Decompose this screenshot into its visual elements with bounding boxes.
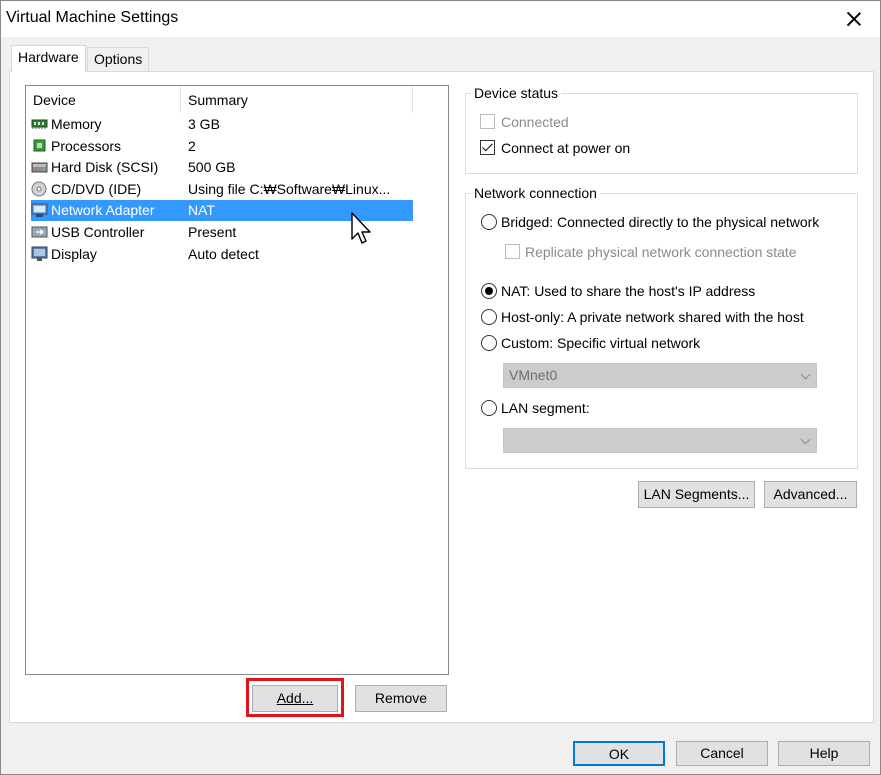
list-item-hard-disk[interactable]: Hard Disk (SCSI) 500 GB	[31, 157, 413, 178]
device-name: Hard Disk (SCSI)	[51, 159, 159, 175]
column-header-summary[interactable]: Summary	[181, 86, 413, 113]
chevron-down-icon	[800, 434, 811, 445]
remove-button-label: Remove	[374, 690, 428, 706]
title-bar: Virtual Machine Settings	[1, 1, 880, 37]
device-name: Memory	[51, 116, 102, 132]
list-item-memory[interactable]: Memory 3 GB	[31, 114, 413, 135]
advanced-button[interactable]: Advanced...	[764, 481, 857, 508]
nat-label: NAT: Used to share the host's IP address	[501, 283, 756, 299]
device-summary: 3 GB	[188, 116, 220, 132]
memory-icon	[31, 119, 48, 129]
lan-segment-label: LAN segment:	[501, 400, 590, 416]
custom-radio[interactable]	[481, 335, 497, 351]
tab-options[interactable]: Options	[87, 47, 150, 71]
device-name: Network Adapter	[51, 202, 155, 218]
chevron-down-icon	[800, 369, 811, 380]
host-only-radio[interactable]	[481, 309, 497, 325]
list-item-processors[interactable]: Processors 2	[31, 136, 413, 157]
device-list[interactable]: Device Summary Memory 3 GB Processors 2	[25, 85, 449, 675]
lan-segments-button[interactable]: LAN Segments...	[638, 481, 755, 508]
remove-button[interactable]: Remove	[355, 685, 447, 712]
display-icon	[31, 246, 48, 261]
custom-label: Custom: Specific virtual network	[501, 335, 701, 351]
column-header-device[interactable]: Device	[26, 86, 181, 113]
mouse-cursor-icon	[351, 212, 371, 244]
nat-radio[interactable]	[481, 283, 497, 299]
device-name: CD/DVD (IDE)	[51, 181, 142, 197]
connected-label: Connected	[501, 114, 569, 130]
usb-icon	[31, 226, 48, 238]
help-label: Help	[809, 745, 839, 761]
device-name: Processors	[51, 138, 122, 154]
window-title: Virtual Machine Settings	[6, 9, 179, 26]
add-button[interactable]: Add...	[252, 685, 338, 712]
advanced-label: Advanced...	[773, 486, 848, 502]
device-summary: 500 GB	[188, 159, 236, 175]
lan-segments-label: LAN Segments...	[643, 486, 750, 502]
custom-network-value: VMnet0	[509, 367, 558, 383]
device-name: Display	[51, 246, 97, 262]
connect-at-power-on-label: Connect at power on	[501, 140, 631, 156]
cd-dvd-icon	[31, 181, 47, 197]
replicate-checkbox[interactable]	[505, 244, 520, 259]
vm-settings-window: Virtual Machine Settings Hardware Option…	[0, 0, 881, 775]
network-adapter-icon	[31, 203, 48, 217]
device-summary: Auto detect	[188, 246, 259, 262]
device-summary: Using file C:₩Software₩Linux...	[188, 181, 391, 197]
help-button[interactable]: Help	[778, 741, 870, 766]
connected-checkbox[interactable]	[480, 114, 495, 129]
device-summary: Present	[188, 224, 237, 240]
lan-segment-radio[interactable]	[481, 400, 497, 416]
connect-at-power-on-checkbox[interactable]	[480, 140, 495, 155]
device-summary: 2	[188, 138, 196, 154]
list-item-cd-dvd[interactable]: CD/DVD (IDE) Using file C:₩Software₩Linu…	[31, 179, 413, 200]
processor-icon	[33, 139, 46, 152]
cancel-button[interactable]: Cancel	[676, 741, 768, 766]
close-icon[interactable]	[840, 5, 868, 33]
bridged-label: Bridged: Connected directly to the physi…	[501, 214, 820, 230]
ok-button[interactable]: OK	[573, 741, 665, 766]
hard-disk-icon	[31, 162, 48, 173]
ok-label: OK	[608, 746, 630, 762]
device-summary: NAT	[188, 202, 215, 218]
device-status-group	[465, 93, 858, 174]
cancel-label: Cancel	[700, 745, 744, 761]
custom-network-select[interactable]: VMnet0	[503, 363, 817, 388]
lan-segment-select[interactable]	[503, 428, 817, 453]
device-status-label: Device status	[471, 85, 562, 101]
add-button-label: Add...	[276, 690, 314, 706]
replicate-label: Replicate physical network connection st…	[525, 244, 797, 260]
network-connection-label: Network connection	[471, 185, 600, 201]
bridged-radio[interactable]	[481, 214, 497, 230]
device-name: USB Controller	[51, 224, 145, 240]
host-only-label: Host-only: A private network shared with…	[501, 309, 804, 325]
tab-hardware[interactable]: Hardware	[11, 45, 86, 72]
